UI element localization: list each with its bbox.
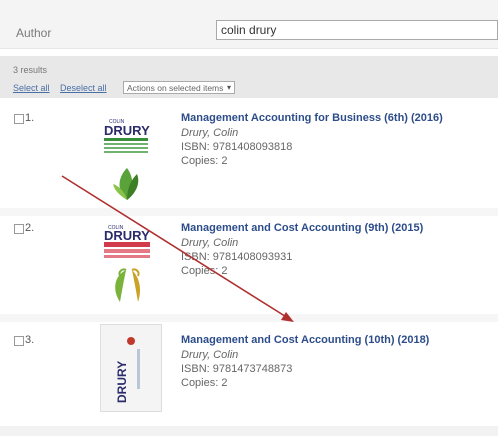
- actions-dropdown[interactable]: Actions on selected items ▾: [123, 81, 235, 94]
- actions-dropdown-label: Actions on selected items: [127, 83, 224, 93]
- result-copies: Copies: 2: [181, 265, 228, 277]
- result-title-link[interactable]: Management Accounting for Business (6th)…: [181, 112, 443, 124]
- select-all-link[interactable]: Select all: [13, 83, 50, 93]
- result-number: 2.: [25, 222, 35, 234]
- result-number: 1.: [25, 112, 35, 124]
- cover-author-name: DRURY: [115, 361, 129, 403]
- chevron-down-icon: ▾: [226, 83, 231, 92]
- book-cover[interactable]: DRURY: [100, 324, 162, 412]
- cover-author-name: DRURY: [104, 228, 150, 243]
- result-title-link[interactable]: Management and Cost Accounting (10th) (2…: [181, 334, 429, 346]
- row-divider: [0, 314, 498, 322]
- page-footer-strip: [0, 426, 498, 436]
- cover-author-name: DRURY: [104, 123, 150, 138]
- result-checkbox[interactable]: [14, 114, 24, 124]
- deselect-all-link[interactable]: Deselect all: [60, 83, 107, 93]
- result-author: Drury, Colin: [181, 237, 239, 249]
- result-isbn: ISBN: 9781473748873: [181, 363, 293, 375]
- author-input-value: colin drury: [221, 23, 277, 37]
- book-cover[interactable]: COLIN DRURY: [98, 220, 158, 312]
- author-label: Author: [16, 26, 52, 40]
- result-author: Drury, Colin: [181, 127, 239, 139]
- author-input[interactable]: colin drury: [216, 20, 498, 40]
- row-divider: [0, 208, 498, 216]
- author-search-row: Author colin drury: [0, 0, 498, 49]
- result-title-link[interactable]: Management and Cost Accounting (9th) (20…: [181, 222, 423, 234]
- result-author: Drury, Colin: [181, 349, 239, 361]
- result-number: 3.: [25, 334, 35, 346]
- result-copies: Copies: 2: [181, 377, 228, 389]
- result-checkbox[interactable]: [14, 224, 24, 234]
- result-copies: Copies: 2: [181, 155, 228, 167]
- results-count: 3 results: [13, 65, 48, 75]
- book-cover[interactable]: COLIN DRURY: [97, 112, 157, 208]
- result-isbn: ISBN: 9781408093818: [181, 141, 293, 153]
- result-isbn: ISBN: 9781408093931: [181, 251, 293, 263]
- result-checkbox[interactable]: [14, 336, 24, 346]
